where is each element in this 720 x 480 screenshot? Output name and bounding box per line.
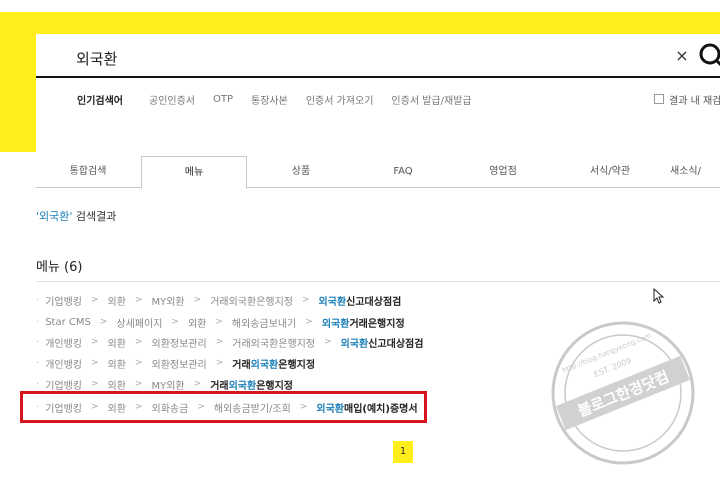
result-menu-link[interactable]: 거래외국환은행지정 — [210, 377, 293, 392]
bullet-icon: · — [36, 378, 40, 390]
menu-result-row[interactable]: · 기업뱅킹 > 외환 > MY외환 > 거래외국환은행지정 > 외국환신고대상점검 — [36, 291, 401, 309]
tab-branches[interactable]: 영업점 — [450, 156, 556, 188]
result-menu-link[interactable]: 거래외국환은행지정 — [232, 356, 315, 371]
breadcrumb-separator-icon: > — [324, 337, 332, 347]
result-keyword: 외국환 — [39, 210, 70, 223]
breadcrumb-item[interactable]: 외환 — [108, 377, 126, 392]
breadcrumb-separator-icon: > — [302, 295, 310, 305]
breadcrumb-separator-icon: > — [215, 317, 223, 327]
result-menu-suffix: 신고대상점검 — [346, 296, 402, 308]
menu-section-title: 메뉴 (6) — [36, 260, 83, 275]
result-menu-keyword: 외국환 — [340, 338, 369, 350]
result-tabs: 통합검색 메뉴 상품 FAQ 영업점 서식/약관 새소식/ — [36, 156, 720, 189]
breadcrumb-item[interactable]: 외환 — [108, 293, 126, 308]
popular-keywords-title: 인기검색어 — [77, 95, 123, 107]
tab-integrated[interactable]: 통합검색 — [36, 156, 140, 188]
popular-keyword[interactable]: 인증서 가져오기 — [306, 92, 374, 107]
breadcrumb-item[interactable]: 외환정보관리 — [152, 335, 207, 350]
result-menu-keyword: 외국환 — [321, 318, 350, 330]
breadcrumb-item[interactable]: MY외환 — [152, 377, 185, 392]
clear-search-button[interactable]: × — [674, 46, 690, 66]
breadcrumb-separator-icon: > — [305, 317, 313, 327]
breadcrumb-item[interactable]: 개인뱅킹 — [45, 356, 82, 371]
breadcrumb-separator-icon: > — [134, 295, 143, 305]
breadcrumb-separator-icon: > — [134, 379, 143, 389]
result-summary: '외국환' 검색결과 — [36, 208, 116, 224]
blog-watermark-seal-icon: 블로그한경닷컴 EST. 2009 http://blog.hangyeong.… — [551, 321, 695, 465]
breadcrumb-separator-icon: > — [171, 317, 179, 327]
result-summary-suffix: 검색결과 — [72, 210, 117, 223]
tab-products[interactable]: 상품 — [248, 156, 354, 188]
search-bar — [36, 34, 720, 80]
annotation-highlight-box — [20, 391, 427, 423]
breadcrumb-item[interactable]: 상세페이지 — [116, 315, 162, 330]
breadcrumb-item[interactable]: 외환 — [188, 315, 206, 330]
bullet-icon: · — [36, 357, 40, 369]
breadcrumb-item[interactable]: 해외송금보내기 — [232, 315, 296, 330]
breadcrumb-separator-icon: > — [91, 358, 99, 368]
tab-faq[interactable]: FAQ — [350, 156, 456, 188]
result-menu-keyword: 외국환 — [228, 380, 257, 392]
search-icon[interactable] — [698, 42, 720, 72]
menu-result-row[interactable]: · 개인뱅킹 > 외환 > 외환정보관리 > 거래외국환은행지정 — [36, 354, 315, 372]
tab-news[interactable]: 새소식/ — [670, 156, 720, 188]
breadcrumb-separator-icon: > — [134, 358, 143, 368]
breadcrumb-item[interactable]: MY외환 — [152, 293, 185, 308]
search-input[interactable] — [46, 42, 666, 74]
breadcrumb-separator-icon: > — [215, 358, 224, 368]
breadcrumb-item[interactable]: 개인뱅킹 — [45, 335, 82, 350]
result-menu-link[interactable]: 외국환거래은행지정 — [322, 315, 405, 330]
result-menu-keyword: 외국환 — [318, 296, 347, 308]
result-menu-link[interactable]: 외국환신고대상점검 — [341, 335, 424, 350]
result-menu-suffix: 신고대상점검 — [368, 338, 424, 350]
breadcrumb-item[interactable]: Star CMS — [45, 317, 91, 328]
breadcrumb-separator-icon: > — [99, 317, 108, 327]
popular-keyword[interactable]: OTP — [213, 94, 233, 105]
result-menu-prefix: 거래 — [232, 359, 251, 371]
popular-keywords: 인기검색어 공인인증서 OTP 통장사본 인증서 가져오기 인증서 발급/재발급 — [77, 92, 490, 107]
section-divider — [36, 281, 720, 282]
search-in-results-checkbox[interactable] — [654, 94, 664, 104]
mouse-cursor-icon — [653, 288, 665, 304]
brand-yellow-side — [0, 12, 36, 152]
breadcrumb-separator-icon: > — [91, 337, 99, 347]
result-menu-suffix: 거래은행지정 — [349, 318, 405, 330]
result-menu-link[interactable]: 외국환신고대상점검 — [319, 293, 402, 308]
breadcrumb-separator-icon: > — [215, 337, 224, 347]
search-in-results-option[interactable]: 결과 내 재검 — [654, 92, 720, 107]
popular-keyword[interactable]: 통장사본 — [251, 92, 288, 107]
popular-keyword[interactable]: 공인인증서 — [149, 92, 195, 107]
breadcrumb-separator-icon: > — [91, 379, 99, 389]
breadcrumb-separator-icon: > — [134, 337, 143, 347]
result-menu-suffix: 은행지정 — [256, 380, 294, 392]
breadcrumb-item[interactable]: 거래외국환은행지정 — [210, 293, 293, 308]
menu-result-row[interactable]: · Star CMS > 상세페이지 > 외환 > 해외송금보내기 > 외국환거래은행지정 — [36, 313, 405, 331]
breadcrumb-item[interactable]: 외환정보관리 — [152, 356, 207, 371]
pagination-page-1[interactable]: 1 — [393, 441, 413, 463]
menu-result-row[interactable]: · 개인뱅킹 > 외환 > 외환정보관리 > 거래외국환은행지정 > 외국환신고대상점검 — [36, 333, 423, 351]
result-menu-keyword: 외국환 — [250, 359, 279, 371]
brand-yellow-bar — [0, 12, 720, 34]
result-menu-suffix: 은행지정 — [278, 359, 316, 371]
breadcrumb-separator-icon: > — [193, 295, 202, 305]
tab-forms-terms[interactable]: 서식/약관 — [557, 156, 663, 188]
search-underline — [36, 76, 720, 78]
breadcrumb-item[interactable]: 기업뱅킹 — [45, 293, 82, 308]
tab-menu[interactable]: 메뉴 — [141, 156, 247, 189]
bullet-icon: · — [36, 336, 40, 348]
search-in-results-label: 결과 내 재검 — [669, 95, 720, 107]
breadcrumb-separator-icon: > — [193, 379, 202, 389]
popular-keyword[interactable]: 인증서 발급/재발급 — [391, 92, 471, 107]
result-menu-prefix: 거래 — [210, 380, 229, 392]
breadcrumb-item[interactable]: 거래외국환은행지정 — [232, 335, 315, 350]
breadcrumb-separator-icon: > — [91, 295, 99, 305]
top-margin — [0, 0, 720, 12]
breadcrumb-item[interactable]: 기업뱅킹 — [45, 377, 82, 392]
bullet-icon: · — [36, 294, 40, 306]
breadcrumb-item[interactable]: 외환 — [108, 335, 126, 350]
breadcrumb-item[interactable]: 외환 — [108, 356, 126, 371]
bullet-icon: · — [36, 316, 40, 328]
